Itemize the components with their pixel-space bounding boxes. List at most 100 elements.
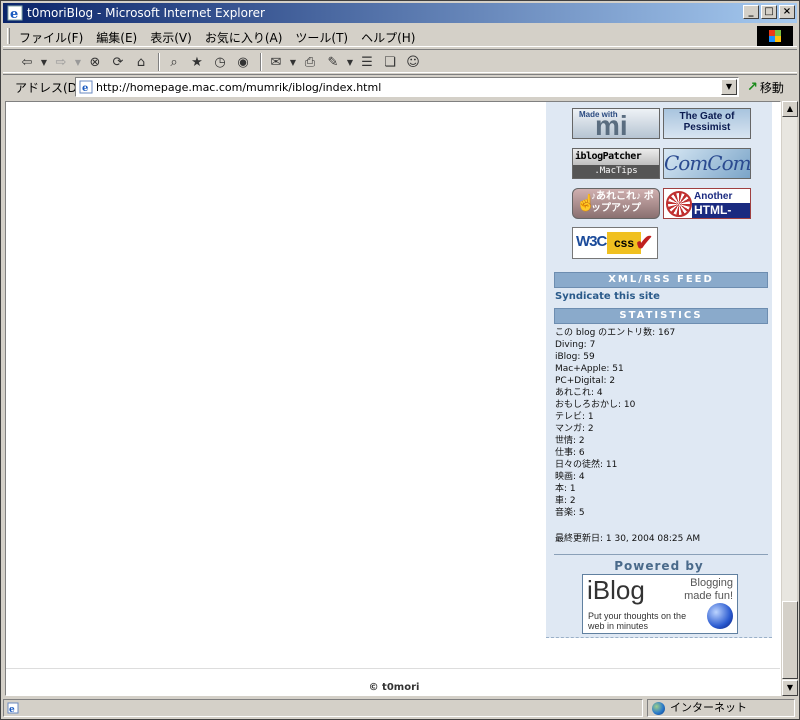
address-bar: アドレス(D) e ▼ ↗ 移動 xyxy=(3,74,797,98)
iblog-logo: iBlog xyxy=(587,575,645,605)
iblog-banner[interactable]: iBlog Blogging made fun! Put your though… xyxy=(582,574,738,634)
iblog-tagline: Blogging made fun! xyxy=(684,577,733,602)
w3c-text: W3C xyxy=(576,233,607,250)
stat-row: PC+Digital: 2 xyxy=(555,376,616,386)
minimize-button[interactable]: _ xyxy=(743,5,759,19)
maximize-button[interactable]: □ xyxy=(761,5,777,19)
svg-text:e: e xyxy=(82,83,88,94)
security-zone: インターネット xyxy=(647,699,795,717)
blog-sidebar: Made with mi The Gate of Pessimist iblog… xyxy=(546,102,772,638)
mail-icon[interactable]: ✉ xyxy=(266,52,286,72)
gate-of-pessimist-badge[interactable]: The Gate of Pessimist xyxy=(663,108,751,139)
statistics-section-header: STATISTICS xyxy=(554,308,768,324)
htmllint-main: HTML-lint xyxy=(692,203,750,218)
address-field[interactable]: e ▼ xyxy=(75,77,739,97)
gate-badge-text: The Gate of Pessimist xyxy=(679,111,735,133)
svg-text:e: e xyxy=(10,7,18,21)
iblogpatcher-badge[interactable]: iblogPatcher .MacTips xyxy=(572,148,660,179)
stat-row: マンガ: 2 xyxy=(555,424,594,434)
go-arrow-icon: ↗ xyxy=(747,80,758,95)
page-icon: e xyxy=(79,80,93,94)
stat-row: 日々の徒然: 11 xyxy=(555,460,618,470)
favorites-icon[interactable]: ★ xyxy=(187,52,207,72)
stat-row: おもしろおかし: 10 xyxy=(555,400,636,410)
syndicate-link[interactable]: Syndicate this site xyxy=(555,291,660,302)
stat-row: この blog のエントリ数: 167 xyxy=(555,328,676,338)
history-icon[interactable]: ◷ xyxy=(210,52,230,72)
stat-row: 映画: 4 xyxy=(555,472,585,482)
arekore-text: ♪あれこれ♪ ポップアップ xyxy=(591,191,654,214)
stop-icon[interactable]: ⊗ xyxy=(85,52,105,72)
url-input[interactable] xyxy=(96,79,716,95)
footer-divider xyxy=(6,668,780,669)
forward-icon[interactable]: ⇨ xyxy=(51,52,71,72)
research-icon[interactable]: ❏ xyxy=(380,52,400,72)
menu-bar: ファイル(F) 編集(E) 表示(V) お気に入り(A) ツール(T) ヘルプ(… xyxy=(3,25,797,47)
zone-label: インターネット xyxy=(670,701,747,714)
menu-view[interactable]: 表示(V) xyxy=(150,29,192,46)
page-viewport: Made with mi The Gate of Pessimist iblog… xyxy=(5,101,781,696)
forward-dropdown-icon[interactable]: ▼ xyxy=(74,52,82,72)
standard-toolbar: ⇦ ▼ ⇨ ▼ ⊗ ⟳ ⌂ ⌕ ★ ◷ ◉ ✉ ▼ ⎙ ✎ ▼ ☰ ❏ ☺ xyxy=(3,49,797,73)
stat-row: 音楽: 5 xyxy=(555,508,585,518)
arekore-popup-badge[interactable]: ☝ ♪あれこれ♪ ポップアップ xyxy=(572,188,660,219)
messenger-icon[interactable]: ☺ xyxy=(403,52,423,72)
another-html-lint-badge[interactable]: Another HTML-lint xyxy=(663,188,751,219)
powered-by-label: Powered by xyxy=(614,559,704,573)
made-with-mi-badge[interactable]: Made with mi xyxy=(572,108,660,139)
stat-row: Diving: 7 xyxy=(555,340,596,350)
go-button[interactable]: ↗ 移動 xyxy=(747,79,784,96)
menu-tools[interactable]: ツール(T) xyxy=(295,29,348,46)
comcom-badge[interactable]: ComCom xyxy=(663,148,751,179)
scroll-thumb[interactable] xyxy=(782,601,798,679)
address-dropdown-icon[interactable]: ▼ xyxy=(721,79,737,95)
svg-text:e: e xyxy=(9,705,15,714)
globe-icon xyxy=(707,603,733,629)
stat-row: 車: 2 xyxy=(555,496,576,506)
htmllint-top: Another xyxy=(694,191,733,202)
media-icon[interactable]: ◉ xyxy=(233,52,253,72)
iblogpatcher-main: iblogPatcher xyxy=(575,151,642,162)
scroll-up-icon[interactable]: ▲ xyxy=(782,101,798,117)
back-icon[interactable]: ⇦ xyxy=(17,52,37,72)
toolbar-separator xyxy=(260,53,262,71)
menu-help[interactable]: ヘルプ(H) xyxy=(361,29,415,46)
search-icon[interactable]: ⌕ xyxy=(164,52,184,72)
mail-dropdown-icon[interactable]: ▼ xyxy=(289,52,297,72)
home-icon[interactable]: ⌂ xyxy=(131,52,151,72)
mi-badge-main: mi xyxy=(595,110,628,139)
stat-row: Mac+Apple: 51 xyxy=(555,364,624,374)
browser-window: e t0moriBlog - Microsoft Internet Explor… xyxy=(0,0,800,720)
menu-edit[interactable]: 編集(E) xyxy=(96,29,137,46)
discuss-icon[interactable]: ☰ xyxy=(357,52,377,72)
status-main: e xyxy=(3,699,643,717)
menu-grip[interactable] xyxy=(7,28,10,44)
vertical-scrollbar[interactable]: ▲ ▼ xyxy=(781,101,798,696)
stat-row: iBlog: 59 xyxy=(555,352,595,362)
edit-dropdown-icon[interactable]: ▼ xyxy=(346,52,354,72)
window-title: t0moriBlog - Microsoft Internet Explorer xyxy=(27,6,265,20)
back-dropdown-icon[interactable]: ▼ xyxy=(40,52,48,72)
stat-row: あれこれ: 4 xyxy=(555,388,603,398)
edit-icon[interactable]: ✎ xyxy=(323,52,343,72)
close-button[interactable]: × xyxy=(779,5,795,19)
menu-favorites[interactable]: お気に入り(A) xyxy=(205,29,283,46)
w3c-css-badge[interactable]: W3C css ✔ xyxy=(572,227,658,259)
copyright-text: © t0mori xyxy=(368,682,420,693)
stat-row: 本: 1 xyxy=(555,484,576,494)
iblog-subtitle: Put your thoughts on the web in minutes xyxy=(588,611,687,631)
iblogpatcher-sub: .MacTips xyxy=(573,165,659,178)
comcom-text: ComCom xyxy=(664,151,751,175)
scroll-down-icon[interactable]: ▼ xyxy=(782,680,798,696)
menu-file[interactable]: ファイル(F) xyxy=(19,29,83,46)
statistics-list: この blog のエントリ数: 167 Diving: 7 iBlog: 59 … xyxy=(555,327,767,519)
refresh-icon[interactable]: ⟳ xyxy=(108,52,128,72)
address-label: アドレス(D) xyxy=(15,81,82,95)
windows-flag-icon xyxy=(769,30,781,42)
stat-row: 世情: 2 xyxy=(555,436,585,446)
toolbar-separator xyxy=(158,53,160,71)
print-icon[interactable]: ⎙ xyxy=(300,52,320,72)
ie-icon: e xyxy=(7,5,23,21)
title-bar[interactable]: e t0moriBlog - Microsoft Internet Explor… xyxy=(3,3,797,23)
windows-logo xyxy=(757,26,793,46)
